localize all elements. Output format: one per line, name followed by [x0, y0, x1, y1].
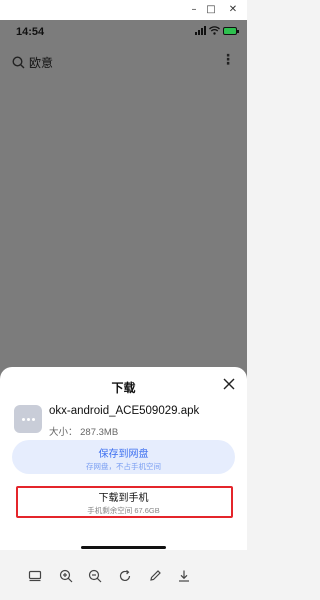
- maximize-button[interactable]: □: [200, 2, 222, 18]
- close-window-button[interactable]: ✕: [222, 2, 244, 18]
- phone-screen: 14:54 欧意 ⋮ 下载 okx-android_ACE509029.apk …: [0, 20, 247, 550]
- close-icon[interactable]: [221, 376, 237, 392]
- zoom-in-icon[interactable]: [59, 569, 73, 583]
- status-icons: [195, 26, 239, 35]
- screenshot-icon[interactable]: [28, 569, 42, 583]
- rotate-icon[interactable]: [118, 569, 132, 583]
- save-to-cloud-button[interactable]: 保存到网盘 存网盘，不占手机空间: [12, 440, 235, 474]
- window-title-bar: – □ ✕: [0, 0, 247, 20]
- home-indicator[interactable]: [81, 546, 166, 549]
- more-icon[interactable]: ⋮: [221, 52, 235, 66]
- file-name: okx-android_ACE509029.apk: [49, 405, 200, 417]
- battery-icon: [223, 26, 239, 35]
- sheet-title: 下载: [111, 381, 136, 395]
- save-to-cloud-label: 保存到网盘: [98, 449, 149, 460]
- wifi-icon: [209, 26, 220, 35]
- edit-icon[interactable]: [148, 569, 162, 583]
- file-size: 大小： 287.3MB: [49, 427, 119, 438]
- save-to-cloud-sublabel: 存网盘，不占手机空间: [86, 462, 161, 471]
- download-icon[interactable]: [177, 569, 191, 583]
- search-query: 欧意: [29, 56, 54, 70]
- viewer-toolbar: [0, 550, 247, 600]
- file-icon: [14, 405, 42, 433]
- status-bar: 14:54: [0, 20, 247, 44]
- signal-icon: [195, 26, 206, 35]
- search-icon: [12, 56, 25, 69]
- highlight-box: [16, 486, 233, 518]
- download-sheet: 下载 okx-android_ACE509029.apk 大小： 287.3MB…: [0, 367, 247, 550]
- zoom-out-icon[interactable]: [88, 569, 102, 583]
- search-bar[interactable]: 欧意: [12, 54, 53, 71]
- status-time: 14:54: [16, 26, 45, 38]
